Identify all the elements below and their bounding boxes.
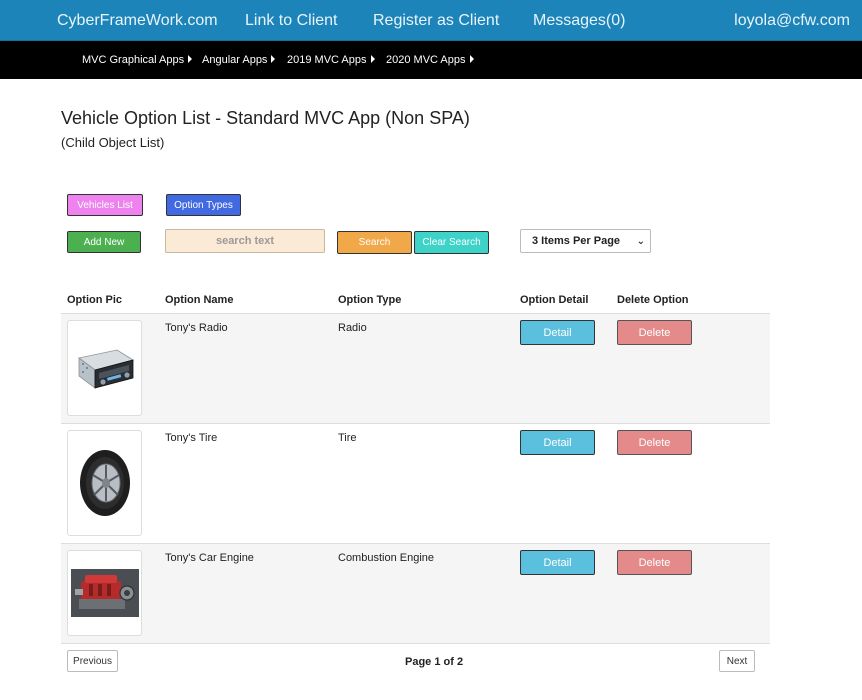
search-input[interactable]: [165, 229, 325, 253]
vehicles-list-button[interactable]: Vehicles List: [67, 194, 143, 216]
option-type: Combustion Engine: [338, 552, 435, 564]
header-option-pic: Option Pic: [67, 294, 122, 306]
items-per-page-value: 3 Items Per Page: [532, 235, 621, 247]
option-name: Tony's Car Engine: [165, 552, 254, 564]
detail-button[interactable]: Detail: [520, 320, 595, 345]
option-types-button[interactable]: Option Types: [166, 194, 241, 216]
subnav-label: 2019 MVC Apps: [287, 54, 367, 66]
delete-button[interactable]: Delete: [617, 430, 692, 455]
subnav-mvc-graphical-apps[interactable]: MVC Graphical Apps: [82, 54, 193, 66]
search-button[interactable]: Search: [337, 231, 412, 254]
subnav-label: 2020 MVC Apps: [386, 54, 466, 66]
option-type: Radio: [338, 322, 367, 334]
header-delete-option: Delete Option: [617, 294, 689, 306]
previous-page-button[interactable]: Previous: [67, 650, 118, 672]
table-row: Tony's Tire Tire Detail Delete: [61, 424, 770, 544]
option-table: Option Pic Option Name Option Type Optio…: [61, 290, 770, 680]
nav-register-as-client[interactable]: Register as Client: [373, 12, 499, 30]
nav-link-to-client[interactable]: Link to Client: [245, 12, 338, 30]
option-type: Tire: [338, 432, 357, 444]
user-email-link[interactable]: loyola@cfw.com: [734, 12, 850, 30]
car-radio-image: [67, 320, 142, 416]
table-row: Tony's Car Engine Combustion Engine Deta…: [61, 544, 770, 644]
pagination: Previous Page 1 of 2 Next: [61, 644, 770, 680]
header-option-type: Option Type: [338, 294, 402, 306]
caret-right-icon: [188, 55, 193, 63]
next-page-button[interactable]: Next: [719, 650, 755, 672]
chevron-down-icon: ⌄: [636, 236, 645, 247]
top-navbar: CyberFrameWork.com Link to Client Regist…: [0, 0, 862, 41]
header-option-name: Option Name: [165, 294, 234, 306]
option-name: Tony's Radio: [165, 322, 228, 334]
subnav-label: Angular Apps: [202, 54, 268, 66]
detail-button[interactable]: Detail: [520, 430, 595, 455]
header-option-detail: Option Detail: [520, 294, 589, 306]
car-engine-image: [67, 550, 142, 636]
detail-button[interactable]: Detail: [520, 550, 595, 575]
sub-navbar: MVC Graphical Apps Angular Apps 2019 MVC…: [0, 41, 862, 79]
subnav-2020-mvc-apps[interactable]: 2020 MVC Apps: [386, 54, 474, 66]
caret-right-icon: [370, 55, 375, 63]
page-indicator: Page 1 of 2: [405, 656, 464, 668]
page-subtitle: (Child Object List): [61, 135, 165, 150]
option-name: Tony's Tire: [165, 432, 218, 444]
caret-right-icon: [271, 55, 276, 63]
caret-right-icon: [469, 55, 474, 63]
nav-messages[interactable]: Messages(0): [533, 12, 625, 30]
page-title: Vehicle Option List - Standard MVC App (…: [61, 108, 470, 128]
delete-button[interactable]: Delete: [617, 550, 692, 575]
subnav-2019-mvc-apps[interactable]: 2019 MVC Apps: [287, 54, 375, 66]
table-row: Tony's Radio Radio Detail Delete: [61, 314, 770, 424]
items-per-page-select[interactable]: 3 Items Per Page ⌄: [520, 229, 651, 253]
brand-link[interactable]: CyberFrameWork.com: [57, 12, 218, 30]
add-new-button[interactable]: Add New: [67, 231, 141, 253]
table-header: Option Pic Option Name Option Type Optio…: [61, 290, 770, 314]
subnav-label: MVC Graphical Apps: [82, 54, 185, 66]
subnav-angular-apps[interactable]: Angular Apps: [202, 54, 276, 66]
clear-search-button[interactable]: Clear Search: [414, 231, 489, 254]
tire-image: [67, 430, 142, 536]
delete-button[interactable]: Delete: [617, 320, 692, 345]
